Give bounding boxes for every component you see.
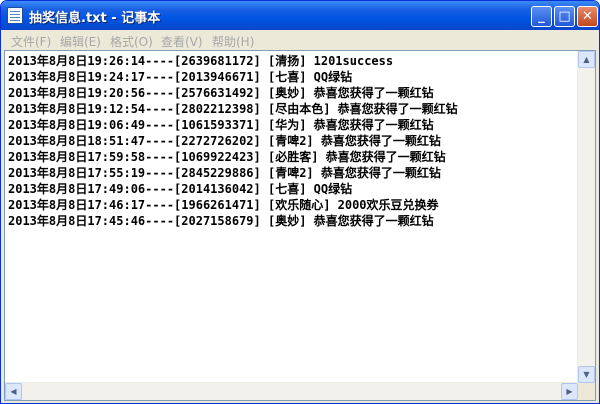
- text-line: 2013年8月8日19:06:49----[1061593371] [华为] 恭…: [8, 118, 434, 132]
- text-line: 2013年8月8日19:24:17----[2013946671] [七喜] Q…: [8, 70, 353, 84]
- notepad-window: 抽奖信息.txt - 记事本 _ □ ✕ 文件(F) 编辑(E) 格式(O) 查…: [0, 0, 600, 404]
- text-line: 2013年8月8日17:55:19----[2845229886] [青啤2] …: [8, 166, 441, 180]
- text-content[interactable]: 2013年8月8日19:26:14----[2639681172] [清扬] 1…: [8, 53, 578, 383]
- scrollbar-corner: [578, 383, 595, 400]
- menu-view[interactable]: 查看(V): [161, 33, 203, 50]
- text-line: 2013年8月8日19:20:56----[2576631492] [奥妙] 恭…: [8, 86, 434, 100]
- text-line: 2013年8月8日18:51:47----[2272726202] [青啤2] …: [8, 134, 441, 148]
- title-bar[interactable]: 抽奖信息.txt - 记事本 _ □ ✕: [1, 1, 599, 30]
- window-title: 抽奖信息.txt - 记事本: [29, 11, 161, 26]
- text-line: 2013年8月8日19:26:14----[2639681172] [清扬] 1…: [8, 54, 394, 68]
- maximize-button[interactable]: □: [554, 6, 575, 27]
- text-line: 2013年8月8日19:12:54----[2802212398] [尽由本色]…: [8, 102, 458, 116]
- close-button[interactable]: ✕: [577, 6, 598, 27]
- notepad-icon[interactable]: [7, 7, 23, 24]
- text-line: 2013年8月8日17:45:46----[2027158679] [奥妙] 恭…: [8, 214, 434, 228]
- menu-file[interactable]: 文件(F): [11, 33, 51, 50]
- horizontal-scrollbar[interactable]: ◀ ▶: [5, 382, 578, 400]
- menu-bar: 文件(F) 编辑(E) 格式(O) 查看(V) 帮助(H): [4, 30, 596, 50]
- menu-edit[interactable]: 编辑(E): [60, 33, 101, 50]
- scroll-down-button[interactable]: ▼: [578, 366, 595, 383]
- scroll-left-button[interactable]: ◀: [5, 383, 22, 400]
- menu-format[interactable]: 格式(O): [110, 33, 153, 50]
- scroll-up-button[interactable]: ▲: [578, 51, 595, 68]
- minimize-button[interactable]: _: [531, 6, 552, 27]
- text-line: 2013年8月8日17:49:06----[2014136042] [七喜] Q…: [8, 182, 353, 196]
- scroll-right-button[interactable]: ▶: [561, 383, 578, 400]
- text-editor[interactable]: 2013年8月8日19:26:14----[2639681172] [清扬] 1…: [4, 50, 596, 401]
- text-line: 2013年8月8日17:46:17----[1966261471] [欢乐随心]…: [8, 198, 439, 212]
- vertical-scrollbar[interactable]: ▲ ▼: [577, 51, 595, 383]
- menu-help[interactable]: 帮助(H): [212, 33, 254, 50]
- text-line: 2013年8月8日17:59:58----[1069922423] [必胜客] …: [8, 150, 446, 164]
